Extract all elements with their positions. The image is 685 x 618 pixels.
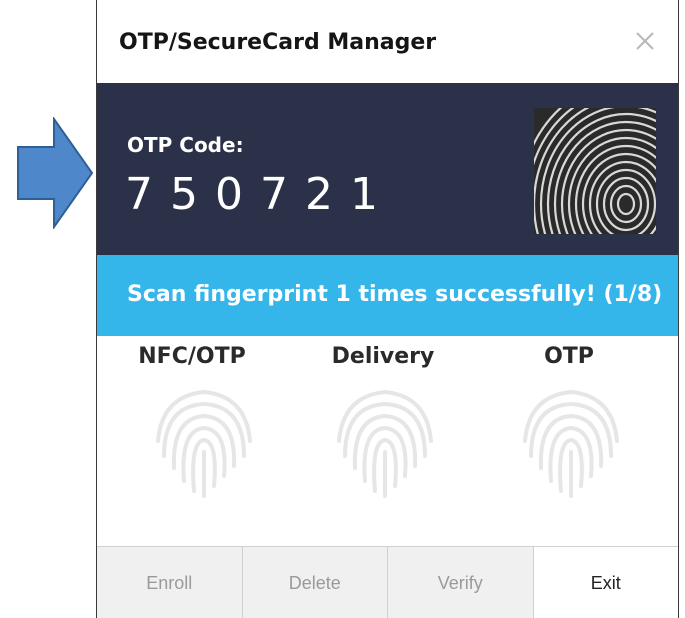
close-icon[interactable] [632, 28, 658, 54]
window-title: OTP/SecureCard Manager [119, 30, 437, 55]
slot-otp[interactable]: OTP [479, 336, 659, 536]
otp-code-value: 750721 [125, 169, 395, 220]
slot-delivery[interactable]: Delivery [293, 336, 473, 536]
fingerprint-icon [523, 389, 619, 498]
slot-label: Delivery [331, 344, 435, 369]
slot-nfc-otp[interactable]: NFC/OTP [102, 336, 282, 536]
fingerprint-icon [337, 389, 433, 498]
exit-button[interactable]: Exit [533, 547, 678, 618]
button-bar: Enroll Delete Verify Exit [97, 546, 678, 618]
verify-button[interactable]: Verify [388, 547, 534, 618]
slot-label: OTP [544, 344, 594, 369]
status-message: Scan fingerprint 1 times successfully! (… [127, 282, 663, 307]
slot-label: NFC/OTP [138, 344, 246, 369]
fingerprint-scan-image [534, 108, 656, 234]
pointer-arrow-icon [17, 117, 94, 229]
fingerprint-scan-icon [534, 108, 656, 234]
enroll-button[interactable]: Enroll [97, 547, 243, 618]
otp-manager-window: OTP/SecureCard Manager OTP Code: 750721 [96, 0, 679, 618]
title-bar: OTP/SecureCard Manager [97, 0, 678, 83]
status-bar: Scan fingerprint 1 times successfully! (… [97, 255, 678, 336]
fingerprint-icon [156, 389, 252, 498]
fingerprint-slots: NFC/OTP Delivery OTP [97, 336, 678, 546]
delete-button[interactable]: Delete [242, 547, 388, 618]
otp-panel: OTP Code: 750721 [97, 83, 678, 255]
otp-code-label: OTP Code: [127, 133, 244, 157]
